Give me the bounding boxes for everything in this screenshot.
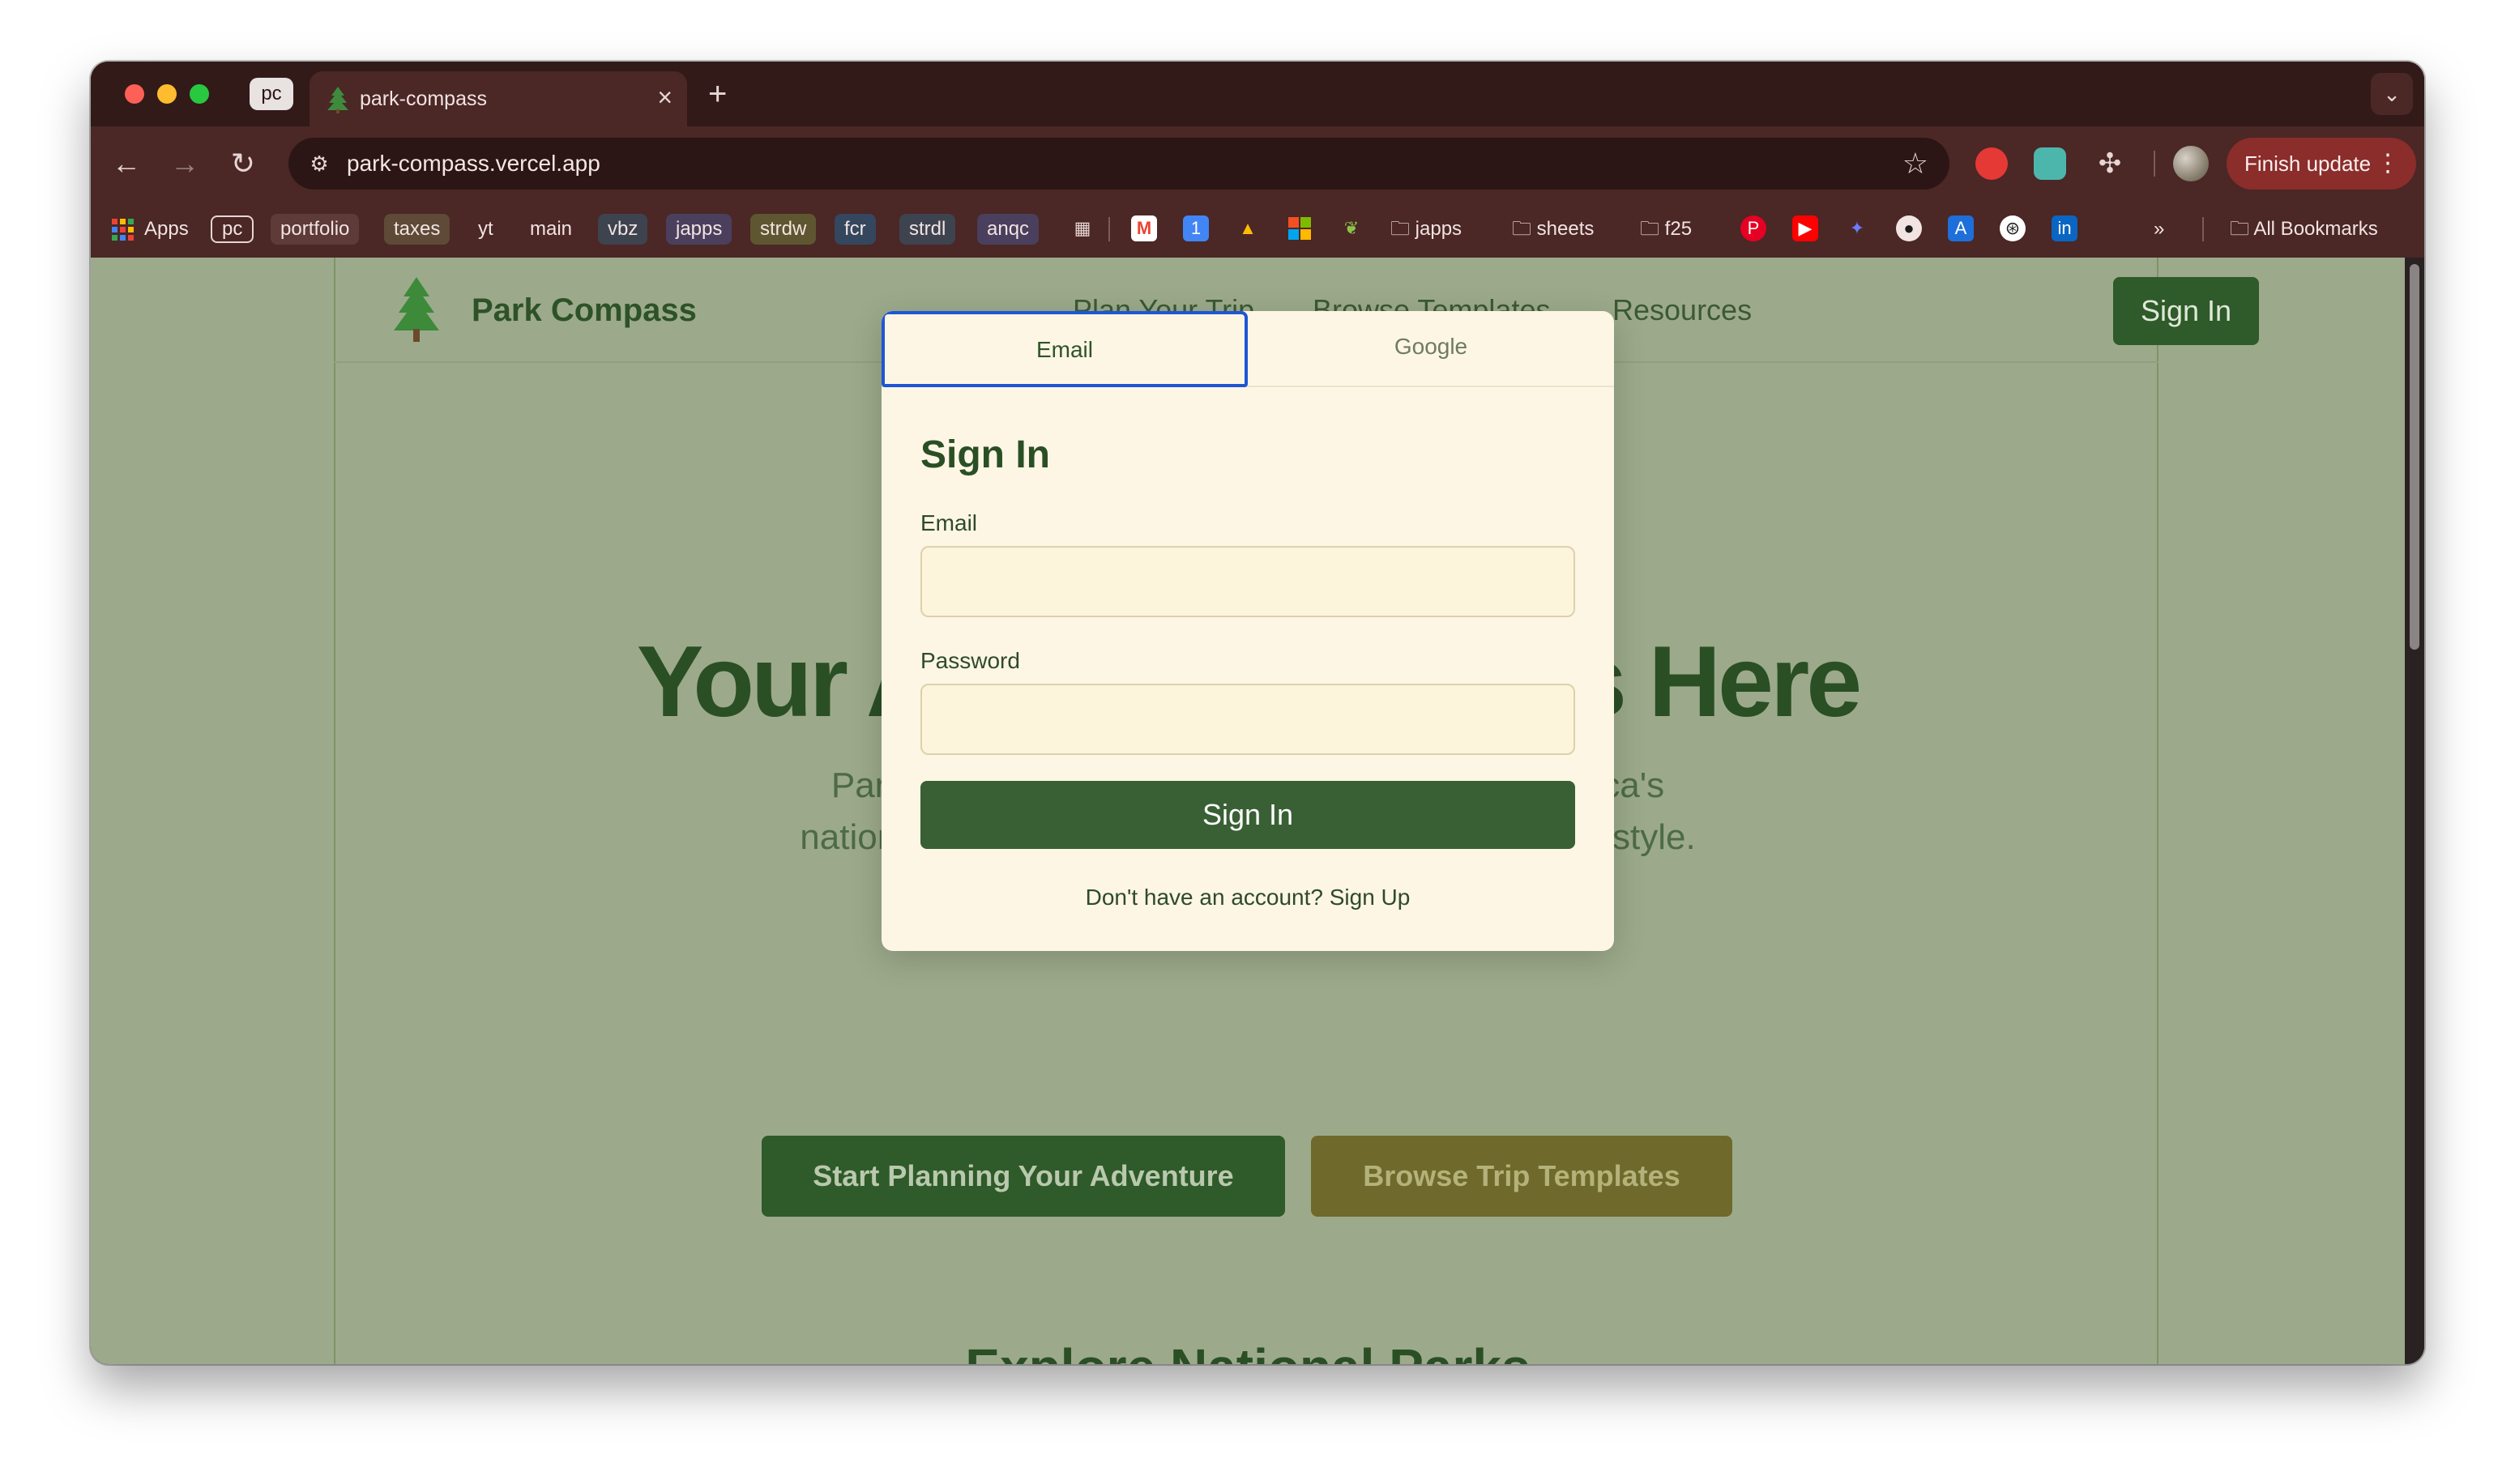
bookmark-japps[interactable]: japps [666, 214, 732, 245]
all-bookmarks[interactable]: 🗀 All Bookmarks [2230, 214, 2378, 245]
minimize-window-button[interactable] [157, 84, 177, 104]
folder-label: sheets [1536, 218, 1595, 240]
tab-strip: pc park-compass × + ⌄ [91, 62, 2424, 126]
nav-resources[interactable]: Resources [1612, 292, 1752, 329]
apps-grid-icon[interactable] [112, 219, 135, 241]
extensions-puzzle-icon[interactable]: ✣ [2094, 147, 2126, 180]
close-tab-icon[interactable]: × [657, 83, 673, 112]
folder-label: f25 [1664, 218, 1693, 240]
bookmark-portfolio[interactable]: portfolio [271, 214, 360, 245]
github-icon[interactable]: ● [1896, 215, 1922, 241]
browser-toolbar: ← → ↻ ⚙ park-compass.vercel.app ☆ ✣ Fini… [91, 126, 2424, 201]
profile-avatar[interactable] [2173, 146, 2209, 181]
folder-icon: 🗀 [2230, 218, 2249, 240]
tab-title: park-compass [360, 87, 487, 110]
finish-update-button[interactable]: Finish update ⋮ [2227, 138, 2416, 190]
url-text[interactable]: park-compass.vercel.app [347, 149, 600, 178]
calendar-icon[interactable]: 1 [1183, 215, 1209, 241]
password-label: Password [920, 648, 1020, 673]
bookmarks-overflow-icon[interactable]: » [2154, 214, 2164, 245]
browse-templates-button[interactable]: Browse Trip Templates [1311, 1136, 1732, 1217]
bookmark-apps[interactable]: Apps [144, 214, 189, 245]
bookmark-fcr[interactable]: fcr [835, 214, 876, 245]
modal-title: Sign In [920, 433, 1050, 476]
bookmark-main[interactable]: main [520, 214, 582, 245]
folder-icon: 🗀 [1512, 218, 1531, 240]
chevron-down-icon[interactable]: ⌄ [2371, 73, 2413, 115]
password-field[interactable] [920, 684, 1575, 755]
tree-icon [327, 87, 348, 113]
extension-red-icon[interactable] [1975, 147, 2008, 180]
bookmark-anqc[interactable]: anqc [977, 214, 1040, 245]
chatgpt-icon[interactable]: ⊛ [2000, 215, 2026, 241]
bookmark-taxes[interactable]: taxes [384, 214, 450, 245]
linkedin-icon[interactable]: in [2052, 215, 2077, 241]
page-viewport: Park Compass Plan Your Trip Browse Templ… [91, 258, 2405, 1364]
tab-email[interactable]: Email [882, 311, 1248, 387]
address-bar[interactable]: ⚙ park-compass.vercel.app ☆ [288, 138, 1949, 190]
bookmark-strdw[interactable]: strdw [750, 214, 817, 245]
pinterest-icon[interactable]: P [1740, 215, 1766, 241]
email-label: Email [920, 510, 978, 535]
extension-teal-icon[interactable] [2034, 147, 2066, 180]
scrollbar-thumb[interactable] [2410, 264, 2419, 650]
sign-in-modal: Email Google Sign In Email Password Sign… [882, 311, 1614, 951]
forward-arrow-icon[interactable]: → [165, 144, 204, 183]
folder-f25[interactable]: 🗀 f25 [1640, 214, 1692, 245]
auth-tabs: Email Google [882, 311, 1614, 387]
bookmark-yt[interactable]: yt [468, 214, 503, 245]
email-field[interactable] [920, 546, 1575, 617]
finish-update-label: Finish update [2244, 151, 2372, 176]
sign-up-link[interactable]: Don't have an account? Sign Up [882, 883, 1614, 912]
bookmarks-divider [1108, 217, 1110, 241]
site-logo-text[interactable]: Park Compass [472, 290, 697, 330]
pinned-tab[interactable]: pc [250, 78, 293, 110]
header-sign-in-button[interactable]: Sign In [2113, 277, 2259, 345]
bookmark-pc[interactable]: pc [211, 215, 254, 243]
gmail-icon[interactable]: M [1131, 215, 1157, 241]
microsoft-icon[interactable] [1287, 215, 1313, 241]
bookmark-vbz[interactable]: vbz [598, 214, 648, 245]
folder-japps[interactable]: 🗀 japps [1390, 214, 1462, 245]
maximize-window-button[interactable] [190, 84, 209, 104]
tab-groups-icon[interactable]: ▦ [1070, 215, 1095, 241]
app-a-icon[interactable]: A [1948, 215, 1974, 241]
tab-google[interactable]: Google [1248, 311, 1614, 387]
bookmark-star-icon[interactable]: ☆ [1902, 146, 1928, 181]
all-bookmarks-label: All Bookmarks [2253, 218, 2378, 240]
folder-icon: 🗀 [1390, 218, 1410, 240]
close-window-button[interactable] [125, 84, 144, 104]
explore-parks-heading: Explore National Parks [91, 1335, 2405, 1364]
sign-in-submit-button[interactable]: Sign In [920, 781, 1575, 849]
page-scrollbar[interactable] [2405, 258, 2424, 1364]
drive-icon[interactable]: ▲ [1235, 215, 1261, 241]
youtube-icon[interactable]: ▶ [1792, 215, 1818, 241]
browser-window: pc park-compass × + ⌄ ← → ↻ ⚙ park-compa… [91, 62, 2424, 1364]
more-vertical-icon: ⋮ [2376, 150, 2400, 177]
bookmarks-bar: Apps pc portfolio taxes yt main vbz japp… [91, 201, 2424, 258]
folder-label: japps [1415, 218, 1462, 240]
sprout-icon[interactable]: ❦ [1339, 215, 1364, 241]
custom-app-icon[interactable]: ✦ [1844, 215, 1870, 241]
site-settings-icon[interactable]: ⚙ [303, 147, 335, 180]
tab-park-compass[interactable]: park-compass × [310, 71, 687, 126]
tree-icon[interactable] [391, 275, 442, 343]
toolbar-divider [2154, 151, 2155, 177]
new-tab-button[interactable]: + [708, 76, 727, 112]
bookmarks-divider [2202, 217, 2204, 241]
folder-icon: 🗀 [1640, 218, 1659, 240]
back-arrow-icon[interactable]: ← [107, 144, 146, 183]
folder-sheets[interactable]: 🗀 sheets [1512, 214, 1594, 245]
start-planning-button[interactable]: Start Planning Your Adventure [762, 1136, 1285, 1217]
reload-icon[interactable]: ↻ [224, 144, 263, 183]
bookmark-strdl[interactable]: strdl [899, 214, 956, 245]
